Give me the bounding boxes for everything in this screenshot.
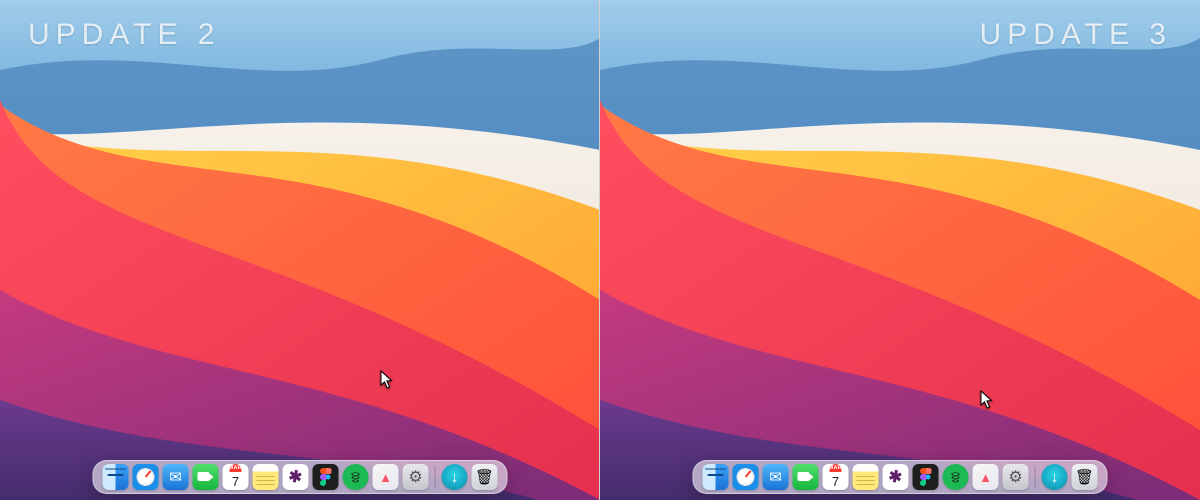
dock-separator [435, 466, 436, 488]
figma-icon[interactable] [313, 464, 339, 490]
settings-icon[interactable] [403, 464, 429, 490]
arc-icon[interactable] [973, 464, 999, 490]
calendar-month: MAR [829, 464, 842, 472]
calendar-icon[interactable]: MAR7 [823, 464, 849, 490]
trash-icon[interactable] [1072, 464, 1098, 490]
notes-icon[interactable] [253, 464, 279, 490]
facetime-icon[interactable] [193, 464, 219, 490]
calendar-month: MAR [229, 464, 242, 472]
calendar-day: 7 [832, 472, 839, 490]
desktop-panel-right: UPDATE 3 MAR7 [600, 0, 1200, 500]
safari-icon[interactable] [133, 464, 159, 490]
slack-icon[interactable] [283, 464, 309, 490]
spotify-icon[interactable] [943, 464, 969, 490]
wallpaper [0, 0, 600, 500]
finder-icon[interactable] [703, 464, 729, 490]
trash-icon[interactable] [472, 464, 498, 490]
figma-icon[interactable] [913, 464, 939, 490]
dock: MAR7 [93, 460, 508, 494]
dock-separator [1035, 466, 1036, 488]
downloads-icon[interactable] [442, 464, 468, 490]
spotify-icon[interactable] [343, 464, 369, 490]
settings-icon[interactable] [1003, 464, 1029, 490]
panel-divider [599, 0, 600, 500]
finder-icon[interactable] [103, 464, 129, 490]
mail-icon[interactable] [763, 464, 789, 490]
arc-icon[interactable] [373, 464, 399, 490]
wallpaper [600, 0, 1200, 500]
notes-icon[interactable] [853, 464, 879, 490]
mail-icon[interactable] [163, 464, 189, 490]
desktop-panel-left: UPDATE 2 MAR7 [0, 0, 600, 500]
dock: MAR7 [693, 460, 1108, 494]
safari-icon[interactable] [733, 464, 759, 490]
slack-icon[interactable] [883, 464, 909, 490]
calendar-icon[interactable]: MAR7 [223, 464, 249, 490]
facetime-icon[interactable] [793, 464, 819, 490]
downloads-icon[interactable] [1042, 464, 1068, 490]
calendar-day: 7 [232, 472, 239, 490]
